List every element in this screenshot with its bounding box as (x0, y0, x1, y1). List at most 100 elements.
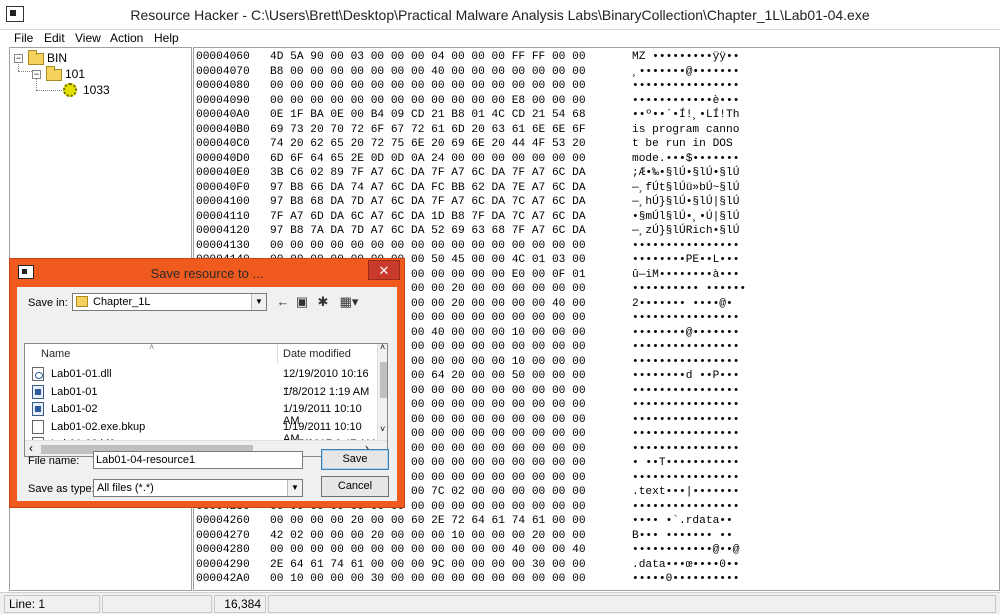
hex-ascii: ••º••´•Í!¸•LÍ!Th (632, 109, 740, 121)
save-in-value: Chapter_1L (93, 296, 151, 308)
hex-ascii: —¸fÚt§lÚü»bÚ~§lÚ (632, 181, 740, 194)
hex-bytes: 97 B8 7A DA 7D A7 6C DA 52 69 63 68 7F A… (270, 225, 586, 237)
file-list[interactable]: Name ˄ Date modified Lab01-01.dll 12/19/2… (24, 343, 388, 457)
scroll-left-icon[interactable]: ‹ (29, 441, 33, 455)
hex-ascii: ••••••••d ••P••• (632, 370, 740, 382)
folder-icon (76, 296, 88, 307)
hex-ascii: 2••••••• ••••@• (632, 297, 733, 310)
file-name-input[interactable] (93, 451, 303, 469)
hex-ascii: .text•••|••••••• (632, 486, 740, 498)
save-as-type-select[interactable]: All files (*.*) ▼ (93, 479, 303, 497)
save-button[interactable]: Save (321, 449, 389, 470)
hex-addr: 00004080 (196, 80, 250, 92)
hex-bytes: 4D 5A 90 00 03 00 00 00 04 00 00 00 FF F… (270, 51, 586, 63)
menu-action[interactable]: Action (110, 31, 143, 45)
hex-bytes: 42 02 00 00 00 20 00 00 00 10 00 00 00 2… (270, 529, 586, 542)
resource-gear-icon (63, 83, 77, 97)
hex-bytes: 74 20 62 65 20 72 75 6E 20 69 6E 20 44 4… (270, 138, 586, 150)
folder-icon (28, 50, 44, 65)
hex-addr: 00004270 (196, 529, 250, 542)
hex-addr: 000040B0 (196, 123, 250, 136)
application-file-icon (32, 384, 44, 399)
hex-bytes: 0E 1F BA 0E 00 B4 09 CD 21 B8 01 4C CD 2… (270, 109, 586, 121)
save-as-type-value: All files (*.*) (97, 482, 154, 494)
file-date: 1/8/2012 1:19 AM (283, 385, 370, 398)
file-row[interactable]: Lab01-02 1/19/2011 10:10 AM (25, 401, 377, 427)
column-separator[interactable] (277, 344, 278, 364)
hex-bytes: 6D 6F 64 65 2E 0D 0D 0A 24 00 00 00 00 0… (270, 152, 586, 165)
hex-addr: 00004280 (196, 544, 250, 556)
hex-ascii: •••••0•••••••••• (632, 573, 740, 585)
hex-ascii: mode.•••$••••••• (632, 152, 740, 165)
hex-ascii: ;Æ•‰•§lÚ•§lÚ•§lÚ (632, 167, 740, 179)
hex-addr: 00004290 (196, 558, 250, 571)
dialog-title-bar: Save resource to ... ✕ (10, 259, 404, 287)
chevron-down-icon[interactable]: ▼ (251, 294, 266, 310)
hex-ascii: •••••••••••••••• (632, 239, 740, 252)
menu-view[interactable]: View (75, 31, 101, 45)
hex-ascii: •••••••••••••••• (632, 312, 740, 324)
hex-bytes: 00 00 00 00 00 00 00 00 00 00 00 00 40 0… (270, 544, 586, 556)
dialog-title: Save resource to ... (150, 266, 264, 281)
hex-bytes: 2E 64 61 74 61 00 00 00 9C 00 00 00 00 3… (270, 558, 586, 571)
file-name-label: File name: (28, 455, 80, 467)
hex-addr: 000040D0 (196, 152, 250, 165)
vertical-scrollbar[interactable]: ˄ ˅ (377, 344, 387, 440)
vertical-scroll-thumb[interactable] (380, 362, 387, 398)
dialog-body: Save in: Chapter_1L ▼ ← ▣ ✱ ▦▾ Name ˄ Da… (17, 287, 397, 501)
hex-ascii: B••• ••••••• •• (632, 529, 733, 542)
hex-bytes: 97 B8 68 DA 7D A7 6C DA 7F A7 6C DA 7C A… (270, 196, 586, 208)
hex-bytes: 69 73 20 70 72 6F 67 72 61 6D 20 63 61 6… (270, 123, 586, 136)
scroll-down-icon[interactable]: ˅ (380, 424, 385, 434)
tree-connector (36, 90, 64, 91)
save-in-combo[interactable]: Chapter_1L ▼ (72, 293, 267, 311)
column-header-name[interactable]: Name (41, 348, 70, 360)
hex-bytes: 00 00 00 00 00 00 00 00 00 00 00 00 00 0… (270, 239, 586, 252)
hex-addr: 000042A0 (196, 573, 250, 585)
up-folder-icon[interactable]: ▣ (295, 294, 309, 310)
file-name: Lab01-01.dll (51, 368, 112, 380)
hex-addr: 000040C0 (196, 138, 250, 150)
hex-ascii: •••• •`.rdata•• (632, 515, 733, 527)
status-extra (268, 595, 996, 613)
hex-ascii: •••••••••••••••• (632, 413, 740, 426)
tree-toggle-bin[interactable]: − (14, 54, 23, 63)
view-menu-icon[interactable]: ▦▾ (337, 294, 361, 310)
hex-addr: 00004070 (196, 65, 250, 78)
tree-connector (18, 71, 32, 72)
status-middle (102, 595, 212, 613)
dialog-close-button[interactable]: ✕ (368, 260, 400, 280)
tree-toggle-101[interactable]: − (32, 70, 41, 79)
new-folder-icon[interactable]: ✱ (316, 294, 330, 310)
hex-ascii: ¸•••••••@••••••• (632, 65, 740, 78)
hex-addr: 00004130 (196, 239, 250, 252)
menu-help[interactable]: Help (154, 31, 179, 45)
save-as-type-label: Save as type: (28, 483, 95, 495)
file-name: Lab01-02.exe.bkup (51, 420, 146, 433)
back-arrow-icon[interactable]: ← (276, 294, 290, 310)
scroll-up-icon[interactable]: ˄ (380, 344, 385, 352)
hex-addr: 00004260 (196, 515, 250, 527)
file-row[interactable]: Lab01-01.dll 12/19/2010 10:16 ... (25, 366, 377, 392)
cancel-button[interactable]: Cancel (321, 476, 389, 497)
file-name: Lab01-01 (51, 385, 98, 398)
hex-addr: 00004110 (196, 210, 250, 223)
status-size: 16,384 (214, 595, 266, 613)
column-header-date[interactable]: Date modified (283, 348, 351, 360)
hex-bytes: 00 00 00 00 00 00 00 00 00 00 00 00 00 0… (270, 80, 586, 92)
hex-bytes: 00 00 00 00 00 00 00 00 00 00 00 00 E8 0… (270, 94, 586, 107)
file-row[interactable]: Lab01-01 1/8/2012 1:19 AM (25, 384, 377, 401)
hex-bytes: 00 00 00 00 20 00 00 60 2E 72 64 61 74 6… (270, 515, 586, 527)
menu-edit[interactable]: Edit (44, 31, 65, 45)
file-row[interactable]: Lab01-02.exe.bkup 1/19/2011 10:10 AM (25, 419, 377, 445)
hex-ascii: ••••••••••••@••@ (632, 544, 740, 556)
hex-addr: 000040A0 (196, 109, 250, 121)
menu-bar: File Edit View Action Help (0, 30, 1000, 46)
menu-file[interactable]: File (14, 31, 33, 45)
hex-bytes: 7F A7 6D DA 6C A7 6C DA 1D B8 7F DA 7C A… (270, 210, 586, 223)
tree-node-101[interactable]: 101 (65, 67, 85, 81)
save-resource-dialog: Save resource to ... ✕ Save in: Chapter_… (9, 258, 405, 508)
chevron-down-icon[interactable]: ▼ (287, 480, 302, 496)
tree-node-bin[interactable]: BIN (47, 51, 67, 65)
tree-node-1033[interactable]: 1033 (83, 83, 110, 97)
